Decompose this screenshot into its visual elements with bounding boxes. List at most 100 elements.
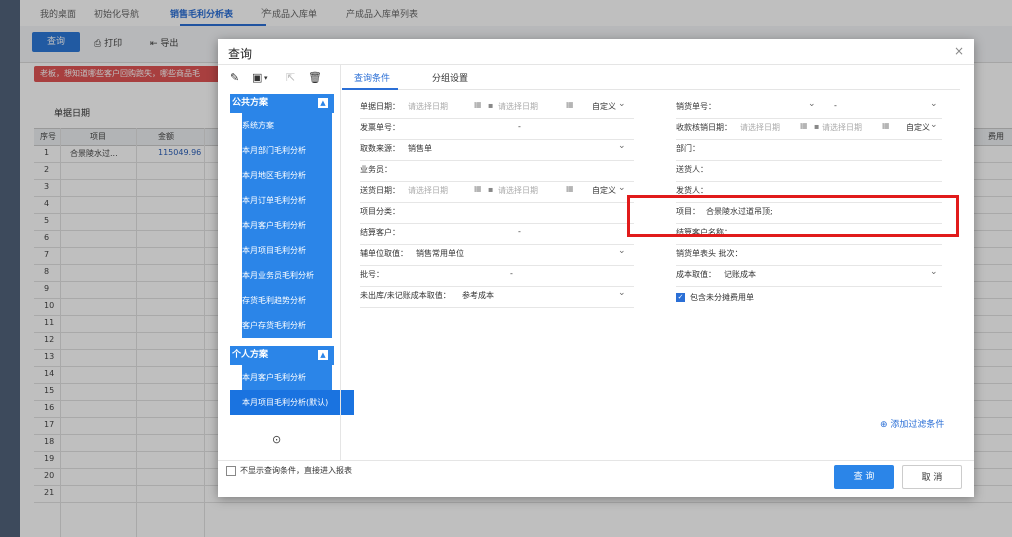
field-label: 销货单表头 批次： — [676, 249, 743, 258]
footer-divider — [218, 460, 974, 461]
chevron-down-icon[interactable]: ⌄ — [618, 141, 626, 151]
date-mode-select[interactable]: 自定义 — [592, 101, 616, 112]
doc-date-field: 单据日期： 请选择日期 ▦ ▪ 请选择日期 ▦ 自定义 ⌄ — [360, 97, 634, 119]
sales-no-field[interactable]: 销货单号： ⌄ - ⌄ — [676, 97, 942, 119]
query-dialog: 查询 × ✎ ▣ ▾ ⇱ 🗑 公共方案 ▲ 系统方案 本月部门毛利分析 本月地区毛利… — [218, 39, 974, 497]
cost-field[interactable]: 成本取值： 记账成本 ⌄ — [676, 265, 942, 287]
calendar-icon[interactable]: ▦ — [800, 121, 808, 130]
chevron-down-icon[interactable]: ⌄ — [618, 246, 626, 256]
field-label: 部门： — [676, 144, 700, 153]
close-icon[interactable]: × — [954, 44, 964, 58]
dept-field[interactable]: 部门： — [676, 139, 942, 161]
date-mode-select[interactable]: 自定义 — [592, 185, 616, 196]
field-label: 辅单位取值： — [360, 249, 408, 258]
field-label: 送货日期： — [360, 186, 400, 195]
chevron-down-icon[interactable]: ⌄ — [618, 183, 626, 193]
start-date-input[interactable]: 请选择日期 — [740, 122, 780, 133]
edit-icon[interactable]: ✎ — [230, 71, 239, 84]
back-circle-icon[interactable]: ⊙ — [272, 433, 281, 446]
cost-value-field[interactable]: 未出库/未记账成本取值： 参考成本 ⌄ — [360, 286, 634, 308]
scheme-item[interactable]: 本月部门毛利分析 — [242, 138, 332, 163]
calendar-icon[interactable]: ▦ — [474, 100, 482, 109]
scheme-item[interactable]: 本月订单毛利分析 — [242, 188, 332, 213]
delivery-date-field: 送货日期： 请选择日期 ▦ ▪ 请选择日期 ▦ 自定义 ⌄ — [360, 181, 634, 203]
scheme-item[interactable]: 本月业务员毛利分析 — [242, 263, 332, 288]
field-label: 项目分类： — [360, 207, 400, 216]
chevron-down-icon[interactable]: ⌄ — [618, 288, 626, 298]
field-label: 发票单号： — [360, 123, 400, 132]
share-icon[interactable]: ⇱ — [286, 71, 295, 84]
calendar-icon[interactable]: ▦ — [566, 100, 574, 109]
field-label: 业务员： — [360, 165, 392, 174]
category-field[interactable]: 项目分类： — [360, 202, 634, 224]
calendar-icon[interactable]: ▦ — [474, 184, 482, 193]
checkbox-checked[interactable]: ✓ — [676, 293, 685, 302]
field-value: 销售单 — [408, 144, 432, 153]
scheme-item[interactable]: 本月客户毛利分析 — [242, 213, 332, 238]
invoice-no-field[interactable]: 发票单号： - — [360, 118, 634, 140]
chevron-down-icon[interactable]: ▾ — [264, 74, 268, 82]
field-label: 取数来源： — [360, 144, 400, 153]
settle-customer-field[interactable]: 结算客户： - — [360, 223, 634, 245]
skip-conditions-option[interactable]: 不显示查询条件，直接进入报表 — [226, 465, 352, 476]
tab-line — [342, 89, 960, 90]
range-separator: - — [518, 227, 521, 236]
chevron-down-icon[interactable]: ⌄ — [930, 120, 938, 130]
calendar-icon[interactable]: ▦ — [566, 184, 574, 193]
dialog-title: 查询 — [228, 47, 253, 61]
scheme-item[interactable]: 系统方案 — [242, 113, 332, 138]
scheme-item[interactable]: 客户存货毛利分析 — [242, 313, 332, 338]
public-scheme-header[interactable]: 公共方案 ▲ — [230, 94, 334, 113]
scheme-item[interactable]: 本月地区毛利分析 — [242, 163, 332, 188]
end-date-input[interactable]: 请选择日期 — [498, 185, 538, 196]
query-submit-button[interactable]: 查 询 — [834, 465, 894, 489]
start-date-input[interactable]: 请选择日期 — [408, 185, 448, 196]
plus-circle-icon: ⊕ — [880, 420, 888, 430]
field-value: 销售常用单位 — [416, 249, 464, 258]
salesman-field[interactable]: 业务员： — [360, 160, 634, 182]
checkbox[interactable] — [226, 466, 236, 476]
chevron-down-icon[interactable]: ⌄ — [930, 267, 938, 277]
save-icon[interactable]: ▣ — [252, 71, 262, 84]
field-label: 送货人： — [676, 165, 708, 174]
unit-field[interactable]: 辅单位取值： 销售常用单位 ⌄ — [360, 244, 634, 266]
collapse-icon[interactable]: ▲ — [318, 98, 328, 108]
range-separator: - — [518, 122, 521, 131]
scheme-sidebar: 公共方案 ▲ 系统方案 本月部门毛利分析 本月地区毛利分析 本月订单毛利分析 本月客户毛… — [230, 94, 354, 419]
delivery-person-field[interactable]: 送货人： — [676, 160, 942, 182]
field-value: 参考成本 — [462, 291, 494, 300]
header-batch-field[interactable]: 销货单表头 批次： — [676, 244, 942, 266]
checkbox-label: 包含未分摊费用单 — [690, 293, 754, 302]
scheme-item-selected[interactable]: 本月项目毛利分析(默认) — [230, 390, 354, 415]
tab-group-settings[interactable]: 分组设置 — [432, 71, 468, 84]
field-label: 结算客户： — [360, 228, 400, 237]
end-date-input[interactable]: 请选择日期 — [822, 122, 862, 133]
receipt-date-field: 收款核销日期： 请选择日期 ▦ ▪ 请选择日期 ▦ 自定义 ⌄ — [676, 118, 942, 140]
field-label: 单据日期： — [360, 102, 400, 111]
add-filter-label: 添加过滤条件 — [890, 420, 945, 430]
end-date-input[interactable]: 请选择日期 — [498, 101, 538, 112]
scheme-item[interactable]: 本月项目毛利分析 — [242, 238, 332, 263]
scheme-item[interactable]: 存货毛利趋势分析 — [242, 288, 332, 313]
chevron-down-icon[interactable]: ⌄ — [618, 99, 626, 109]
calendar-icon[interactable]: ▦ — [882, 121, 890, 130]
date-mode-select[interactable]: 自定义 — [906, 122, 930, 133]
field-label: 收款核销日期： — [676, 123, 732, 132]
chevron-down-icon[interactable]: ⌄ — [808, 99, 816, 109]
batch-field[interactable]: 批号： - — [360, 265, 634, 287]
field-label: 批号： — [360, 270, 384, 279]
include-unshared-option[interactable]: ✓ 包含未分摊费用单 — [676, 291, 876, 305]
start-date-input[interactable]: 请选择日期 — [408, 101, 448, 112]
personal-scheme-header[interactable]: 个人方案 ▲ — [230, 346, 334, 365]
collapse-icon[interactable]: ▲ — [318, 350, 328, 360]
source-field[interactable]: 取数来源： 销售单 ⌄ — [360, 139, 634, 161]
divider — [218, 64, 974, 65]
chevron-down-icon[interactable]: ⌄ — [930, 99, 938, 109]
scheme-item[interactable]: 本月客户毛利分析 — [242, 365, 332, 390]
public-scheme-label: 公共方案 — [232, 98, 269, 108]
cancel-button[interactable]: 取 消 — [902, 465, 962, 489]
range-separator: ▪ — [814, 122, 820, 131]
delete-icon[interactable]: 🗑 — [308, 71, 322, 84]
tab-query-conditions[interactable]: 查询条件 — [354, 71, 390, 84]
add-filter-link[interactable]: ⊕ 添加过滤条件 — [880, 417, 944, 430]
